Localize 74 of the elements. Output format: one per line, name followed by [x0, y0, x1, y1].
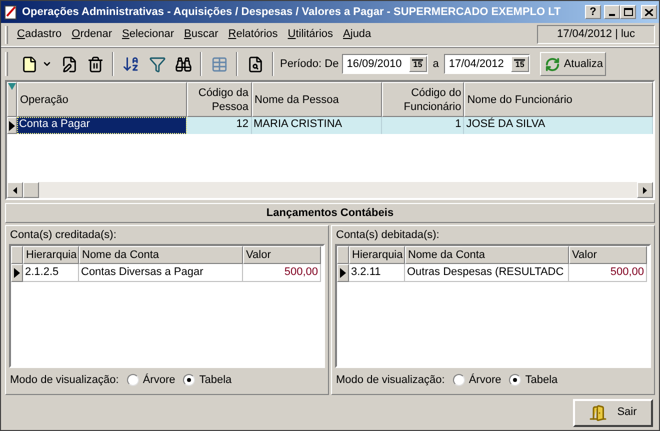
close-icon [645, 8, 653, 16]
row-indicator-icon [340, 268, 346, 278]
section-header: Lançamentos Contábeis [5, 203, 655, 223]
column-header[interactable]: Código do Funcionário [382, 82, 464, 117]
binoculars-icon [174, 56, 192, 72]
scroll-left-button[interactable] [7, 182, 23, 198]
sort-az-icon [122, 55, 140, 73]
app-icon [3, 4, 19, 20]
left-arrow-icon [13, 186, 17, 194]
table-row[interactable]: Conta a Pagar 12 MARIA CRISTINA 1 JOSÉ DA SILVA [7, 117, 653, 134]
start-date-field[interactable]: 16/09/2010 15 [342, 54, 428, 74]
right-arrow-icon [643, 186, 647, 194]
minimize-button[interactable] [604, 5, 620, 19]
view-mode-radio[interactable]: Árvore [452, 372, 502, 388]
preview-icon [246, 56, 264, 72]
help-button[interactable]: ? [585, 5, 601, 19]
to-label: a [432, 56, 439, 72]
menu-item[interactable]: Ajuda [338, 26, 376, 43]
menu-item[interactable]: Utilitários [282, 26, 338, 43]
refresh-icon [544, 56, 560, 72]
column-header[interactable]: Hierarquia [23, 246, 79, 264]
table-cell: MARIA CRISTINA [252, 117, 382, 134]
menu-item[interactable]: Relatórios [223, 26, 283, 43]
close-button[interactable] [641, 5, 657, 19]
exit-button[interactable]: Sair [573, 398, 653, 426]
menu-item[interactable]: Buscar [179, 26, 224, 43]
column-header[interactable]: Hierarquia [349, 246, 405, 264]
table-cell: 500,00 [243, 264, 321, 282]
table-cell: 500,00 [569, 264, 647, 282]
view-mode-radio[interactable]: Tabela [509, 372, 558, 388]
column-header[interactable]: Nome do Funcionário [464, 82, 654, 117]
status-panel: 17/04/2012 | luc [537, 25, 655, 44]
column-header[interactable]: Operação [17, 82, 187, 117]
table-cell: Contas Diversas a Pagar [79, 264, 243, 282]
refresh-button[interactable]: Atualiza [540, 52, 606, 76]
view-mode-radio[interactable]: Árvore [126, 372, 176, 388]
table-cell: 12 [186, 117, 252, 134]
scroll-right-button[interactable] [637, 182, 653, 198]
menu-item[interactable]: Selecionar [117, 26, 179, 43]
menu-item[interactable]: Ordenar [66, 26, 118, 43]
table-cell: Conta a Pagar [16, 117, 187, 134]
window-title: Operações Administrativas - Aquisições / Despesas / Valores a Pagar - SUPERMERCADO EXEMPLO LT [22, 4, 562, 20]
trash-icon [86, 56, 104, 72]
table-cell: JOSÉ DA SILVA [464, 117, 653, 134]
column-header[interactable]: Código da Pessoa [186, 82, 252, 117]
pen-document-icon [60, 56, 78, 72]
menu-item[interactable]: Cadastro [12, 26, 67, 43]
calendar-button[interactable]: 15 [510, 56, 529, 72]
table-icon [210, 56, 228, 72]
filter-icon [148, 56, 166, 72]
scrollbar-thumb[interactable] [23, 182, 39, 198]
calendar-button[interactable]: 15 [408, 56, 427, 72]
view-mode-label: Modo de visualização: [10, 372, 119, 388]
column-header[interactable]: Nome da Conta [79, 246, 243, 264]
row-indicator-icon [14, 268, 20, 278]
panel-label: Conta(s) debitada(s): [335, 228, 440, 243]
document-icon [20, 56, 38, 72]
view-mode-label: Modo de visualização: [336, 372, 445, 388]
view-mode-radio[interactable]: Tabela [183, 372, 232, 388]
end-date-field[interactable]: 17/04/2012 15 [444, 54, 530, 74]
column-header[interactable]: Nome da Pessoa [252, 82, 382, 117]
filter-indicator-icon [8, 83, 16, 90]
column-header[interactable]: Valor [243, 246, 321, 264]
table-cell: 3.2.11 [349, 264, 405, 282]
panel-label: Conta(s) creditada(s): [9, 228, 118, 243]
table-cell: 1 [382, 117, 464, 134]
column-header[interactable]: Valor [569, 246, 647, 264]
maximize-button[interactable] [620, 5, 636, 19]
table-cell: 2.1.2.5 [23, 264, 79, 282]
period-label: Período: De [280, 56, 339, 72]
door-icon [589, 404, 608, 422]
table-cell: Outras Despesas (RESULTADC [405, 264, 569, 282]
caret-icon [42, 59, 52, 69]
column-header[interactable]: Nome da Conta [405, 246, 569, 264]
